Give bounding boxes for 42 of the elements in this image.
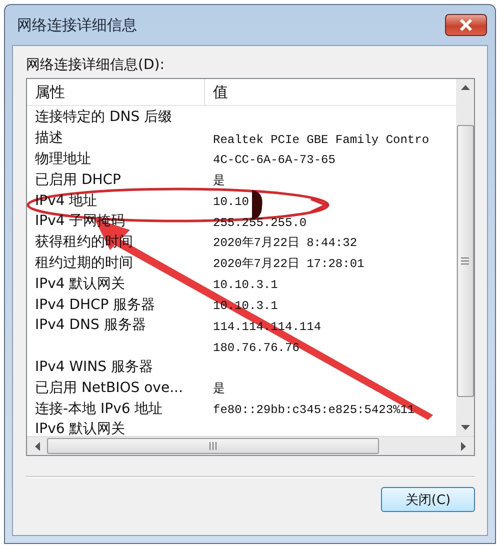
vertical-scrollbar[interactable] (456, 79, 474, 436)
value-cell: 255.255.255.0 (213, 216, 307, 230)
window-title: 网络连接详细信息 (17, 16, 137, 34)
value-cell: 是 (213, 382, 225, 396)
property-cell: 已启用 DHCP (35, 172, 121, 188)
close-icon (459, 19, 473, 31)
grip-icon (209, 442, 217, 450)
value-cell: 2020年7月22日 17:28:01 (213, 256, 364, 271)
value-cell: 10.10 (213, 195, 250, 210)
value-cell: 是 (213, 174, 225, 188)
right-arrow-icon[interactable] (460, 442, 466, 450)
property-cell: 已启用 NetBIOS ove... (35, 380, 183, 396)
property-cell: IPv4 地址 (35, 192, 98, 209)
scroll-thumb[interactable] (47, 438, 379, 454)
property-cell: 连接特定的 DNS 后缀 (35, 109, 172, 126)
property-cell: IPv4 WINS 服务器 (35, 358, 153, 375)
property-cell: 物理地址 (35, 150, 91, 167)
column-header[interactable]: 属性 (27, 79, 205, 105)
scroll-thumb[interactable] (456, 124, 474, 396)
horizontal-scrollbar[interactable] (27, 436, 474, 455)
close-button[interactable] (445, 14, 487, 36)
property-cell: 获得租约的时间 (35, 234, 133, 250)
property-cell: 租约过期的时间 (35, 254, 133, 271)
grip-icon (461, 256, 469, 264)
value-cell: 180.76.76.76 (213, 340, 300, 355)
column-header[interactable]: 值 (205, 79, 456, 105)
value-cell: 10.10.3.1 (213, 278, 278, 292)
property-cell: IPv4 默认网关 (35, 276, 126, 292)
value-cell: 2020年7月22日 8:44:32 (213, 236, 358, 250)
left-arrow-icon[interactable] (35, 442, 41, 450)
property-cell: IPv4 DNS 服务器 (35, 317, 146, 334)
property-cell: 描述 (35, 130, 63, 146)
details-label: 网络连接详细信息(D): (26, 56, 166, 75)
property-cell: IPv4 DHCP 服务器 (35, 296, 156, 313)
property-cell: 连接-本地 IPv6 地址 (35, 400, 163, 417)
value-cell: fe80::29bb:c345:e825:5423%11 (213, 403, 415, 418)
value-cell: Realtek PCIe GBE Family Contro (213, 132, 430, 147)
property-cell: IPv6 默认网关 (35, 421, 126, 436)
value-cell: 4C-CC-6A-6A-73-65 (213, 153, 336, 168)
close-dialog-button[interactable]: 关闭(C) (381, 487, 475, 512)
up-arrow-icon[interactable] (460, 85, 470, 91)
down-arrow-icon[interactable] (460, 424, 470, 430)
